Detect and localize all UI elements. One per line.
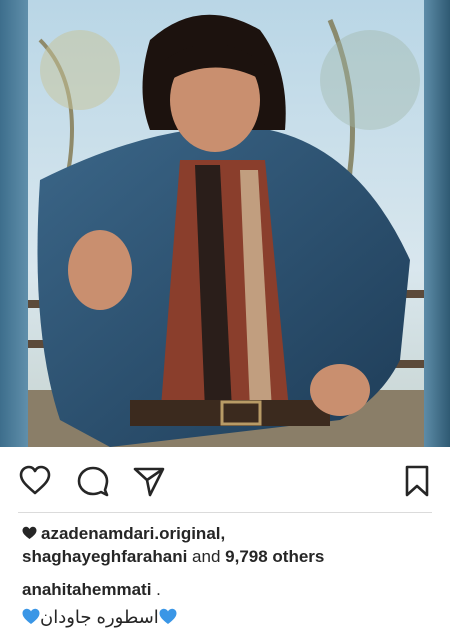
divider: [18, 512, 432, 513]
likes-summary[interactable]: azadenamdari.original, shaghayeghfarahan…: [22, 522, 432, 568]
caption-second-line: اسطوره جاودان: [22, 605, 177, 629]
caption-text: .: [151, 580, 161, 599]
post-actions-bar: [0, 447, 450, 512]
bookmark-icon[interactable]: [400, 464, 434, 498]
liker-username-2[interactable]: shaghayeghfarahani: [22, 547, 187, 566]
likes-connector: and: [187, 547, 226, 566]
post-photo[interactable]: [0, 0, 450, 447]
portrait-image: [28, 0, 424, 447]
caption-username[interactable]: anahitahemmati: [22, 580, 151, 599]
caption-row: anahitahemmati .: [22, 578, 161, 601]
liker-username-1[interactable]: azadenamdari.original,: [41, 524, 225, 543]
comment-bubble-icon[interactable]: [76, 464, 110, 498]
heart-filled-icon: [22, 526, 37, 539]
likes-others-count[interactable]: 9,798 others: [225, 547, 324, 566]
caption-farsi-text: اسطوره جاودان: [40, 607, 159, 627]
blue-heart-emoji-icon: [159, 608, 177, 624]
blue-heart-emoji-icon: [22, 608, 40, 624]
paper-plane-icon[interactable]: [132, 464, 166, 498]
heart-outline-icon[interactable]: [18, 464, 52, 498]
